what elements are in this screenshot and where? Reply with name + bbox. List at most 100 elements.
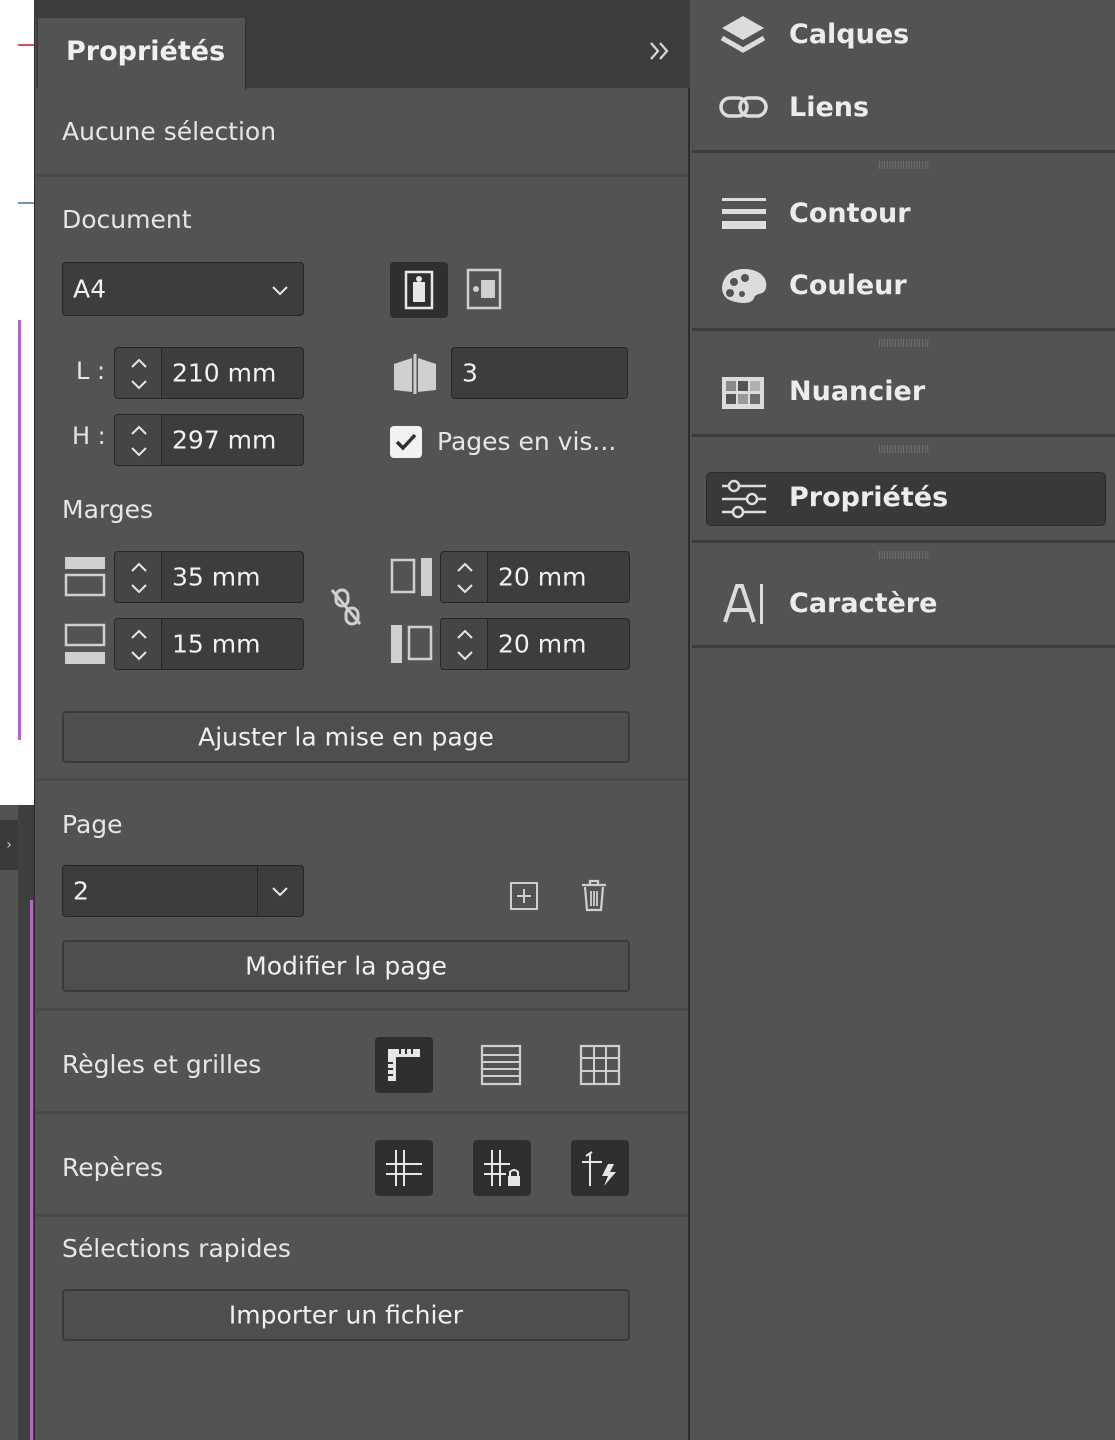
show-guides-button[interactable] (375, 1140, 433, 1196)
links-icon (719, 96, 768, 118)
margin-top-stepper[interactable] (114, 551, 162, 603)
height-label: H : (72, 422, 106, 450)
dock-nuancier-icon-wrap[interactable] (720, 374, 766, 412)
document-preset-value: A4 (73, 274, 107, 304)
add-page-icon (510, 882, 538, 910)
margin-bottom-value: 15 mm (172, 629, 261, 659)
edit-page-button[interactable]: Modifier la page (62, 940, 630, 992)
dock-grip[interactable]: |||||||||||||||||||| (878, 338, 930, 348)
properties-sliders-icon (722, 479, 766, 519)
dock-grip[interactable]: |||||||||||||||||||| (878, 444, 930, 454)
page-number-value: 2 (73, 876, 89, 906)
margin-outside-stepper[interactable] (440, 618, 488, 670)
dock-grip[interactable]: |||||||||||||||||||| (878, 160, 930, 170)
dock-item-caractere[interactable]: Caractère (789, 588, 937, 619)
import-file-label: Importer un fichier (228, 1300, 464, 1330)
import-file-button[interactable]: Importer un fichier (62, 1289, 630, 1341)
stepper-arrows-icon (457, 629, 473, 661)
section-divider (36, 778, 688, 781)
dock-caractere-icon-wrap[interactable] (722, 580, 768, 628)
margin-inside-icon (390, 558, 432, 596)
landscape-orientation-button[interactable] (463, 266, 507, 314)
margin-outside-icon-wrap (390, 623, 434, 665)
dock-contour-icon-wrap[interactable] (720, 194, 768, 234)
toggle-rulers-button[interactable] (375, 1037, 433, 1093)
dock-item-proprietes[interactable]: Propriétés (789, 482, 948, 513)
pages-count-field[interactable]: 3 (451, 347, 628, 399)
landscape-icon (466, 268, 502, 310)
collapse-panel-button[interactable] (640, 36, 680, 72)
trash-icon (582, 879, 606, 912)
quick-actions-title: Sélections rapides (62, 1234, 291, 1263)
rulers-grids-title: Règles et grilles (62, 1050, 262, 1079)
height-stepper[interactable] (114, 414, 162, 466)
adjust-layout-button[interactable]: Ajuster la mise en page (62, 711, 630, 763)
dock-item-nuancier[interactable]: Nuancier (789, 376, 925, 407)
document-canvas[interactable] (0, 0, 34, 805)
pages-count-icon-wrap (390, 350, 440, 398)
dock-separator (692, 434, 1115, 437)
stepper-arrows-icon (131, 629, 147, 661)
lock-guides-button[interactable] (473, 1140, 531, 1196)
edit-page-label: Modifier la page (245, 951, 447, 981)
dock-item-calques[interactable]: Calques (789, 19, 909, 50)
baseline-grid-icon (480, 1044, 522, 1086)
dock-separator (692, 150, 1115, 153)
collapsed-panel-tab[interactable]: › (0, 820, 18, 870)
width-field[interactable]: 210 mm (161, 347, 304, 399)
guides-lock-icon (484, 1150, 520, 1186)
add-page-button[interactable] (508, 880, 540, 912)
dock-separator (692, 540, 1115, 543)
dock-item-liens[interactable]: Liens (789, 92, 869, 123)
margin-inside-stepper[interactable] (440, 551, 488, 603)
link-margins-button[interactable] (326, 584, 368, 630)
tab-properties-label: Propriétés (66, 36, 226, 67)
dock-separator (692, 645, 1115, 648)
margin-top-field[interactable]: 35 mm (161, 551, 304, 603)
facing-pages-label: Pages en vis... (437, 427, 617, 456)
panel-top-bar (34, 0, 690, 18)
height-field[interactable]: 297 mm (161, 414, 304, 466)
baseline-grid-button[interactable] (478, 1043, 524, 1087)
margin-inside-value: 20 mm (498, 562, 587, 592)
dock-liens-icon-wrap[interactable] (718, 90, 770, 126)
stroke-icon (722, 198, 766, 229)
margin-outside-field[interactable]: 20 mm (487, 618, 630, 670)
margin-bottom-field[interactable]: 15 mm (161, 618, 304, 670)
selection-status: Aucune sélection (62, 117, 277, 146)
page-number-select[interactable]: 2 (62, 865, 304, 917)
dock-proprietes-icon-wrap[interactable] (720, 478, 768, 520)
height-value: 297 mm (172, 425, 277, 455)
checkmark-icon (395, 433, 417, 451)
margin-bottom-icon-wrap (64, 623, 106, 665)
dock-calques-icon-wrap[interactable] (718, 14, 768, 60)
delete-page-button[interactable] (578, 877, 610, 913)
stepper-arrows-icon (131, 425, 147, 457)
pages-icon (394, 354, 436, 394)
margin-bottom-stepper[interactable] (114, 618, 162, 670)
margin-top-icon (64, 557, 106, 597)
margin-outside-value: 20 mm (498, 629, 587, 659)
document-grid-button[interactable] (577, 1043, 623, 1087)
broken-chain-icon (330, 588, 362, 626)
section-divider (36, 1008, 688, 1011)
adjust-layout-label: Ajuster la mise en page (198, 722, 494, 752)
margins-section-title: Marges (62, 495, 154, 524)
ruler-icon (388, 1049, 420, 1081)
stepper-arrows-icon (131, 358, 147, 390)
canvas-guide-line (18, 202, 34, 204)
chevron-down-icon (272, 887, 288, 897)
width-stepper[interactable] (114, 347, 162, 399)
width-value: 210 mm (172, 358, 277, 388)
dock-item-couleur[interactable]: Couleur (789, 270, 907, 301)
margin-inside-field[interactable]: 20 mm (487, 551, 630, 603)
dock-couleur-icon-wrap[interactable] (718, 266, 770, 306)
pages-count-value: 3 (462, 358, 478, 388)
document-preset-select[interactable]: A4 (62, 262, 304, 316)
guides-title: Repères (62, 1153, 164, 1182)
portrait-orientation-button[interactable] (390, 262, 448, 318)
dock-grip[interactable]: |||||||||||||||||||| (878, 550, 930, 560)
smart-guides-button[interactable] (571, 1140, 629, 1196)
facing-pages-checkbox[interactable] (390, 426, 422, 458)
dock-item-contour[interactable]: Contour (789, 198, 911, 229)
